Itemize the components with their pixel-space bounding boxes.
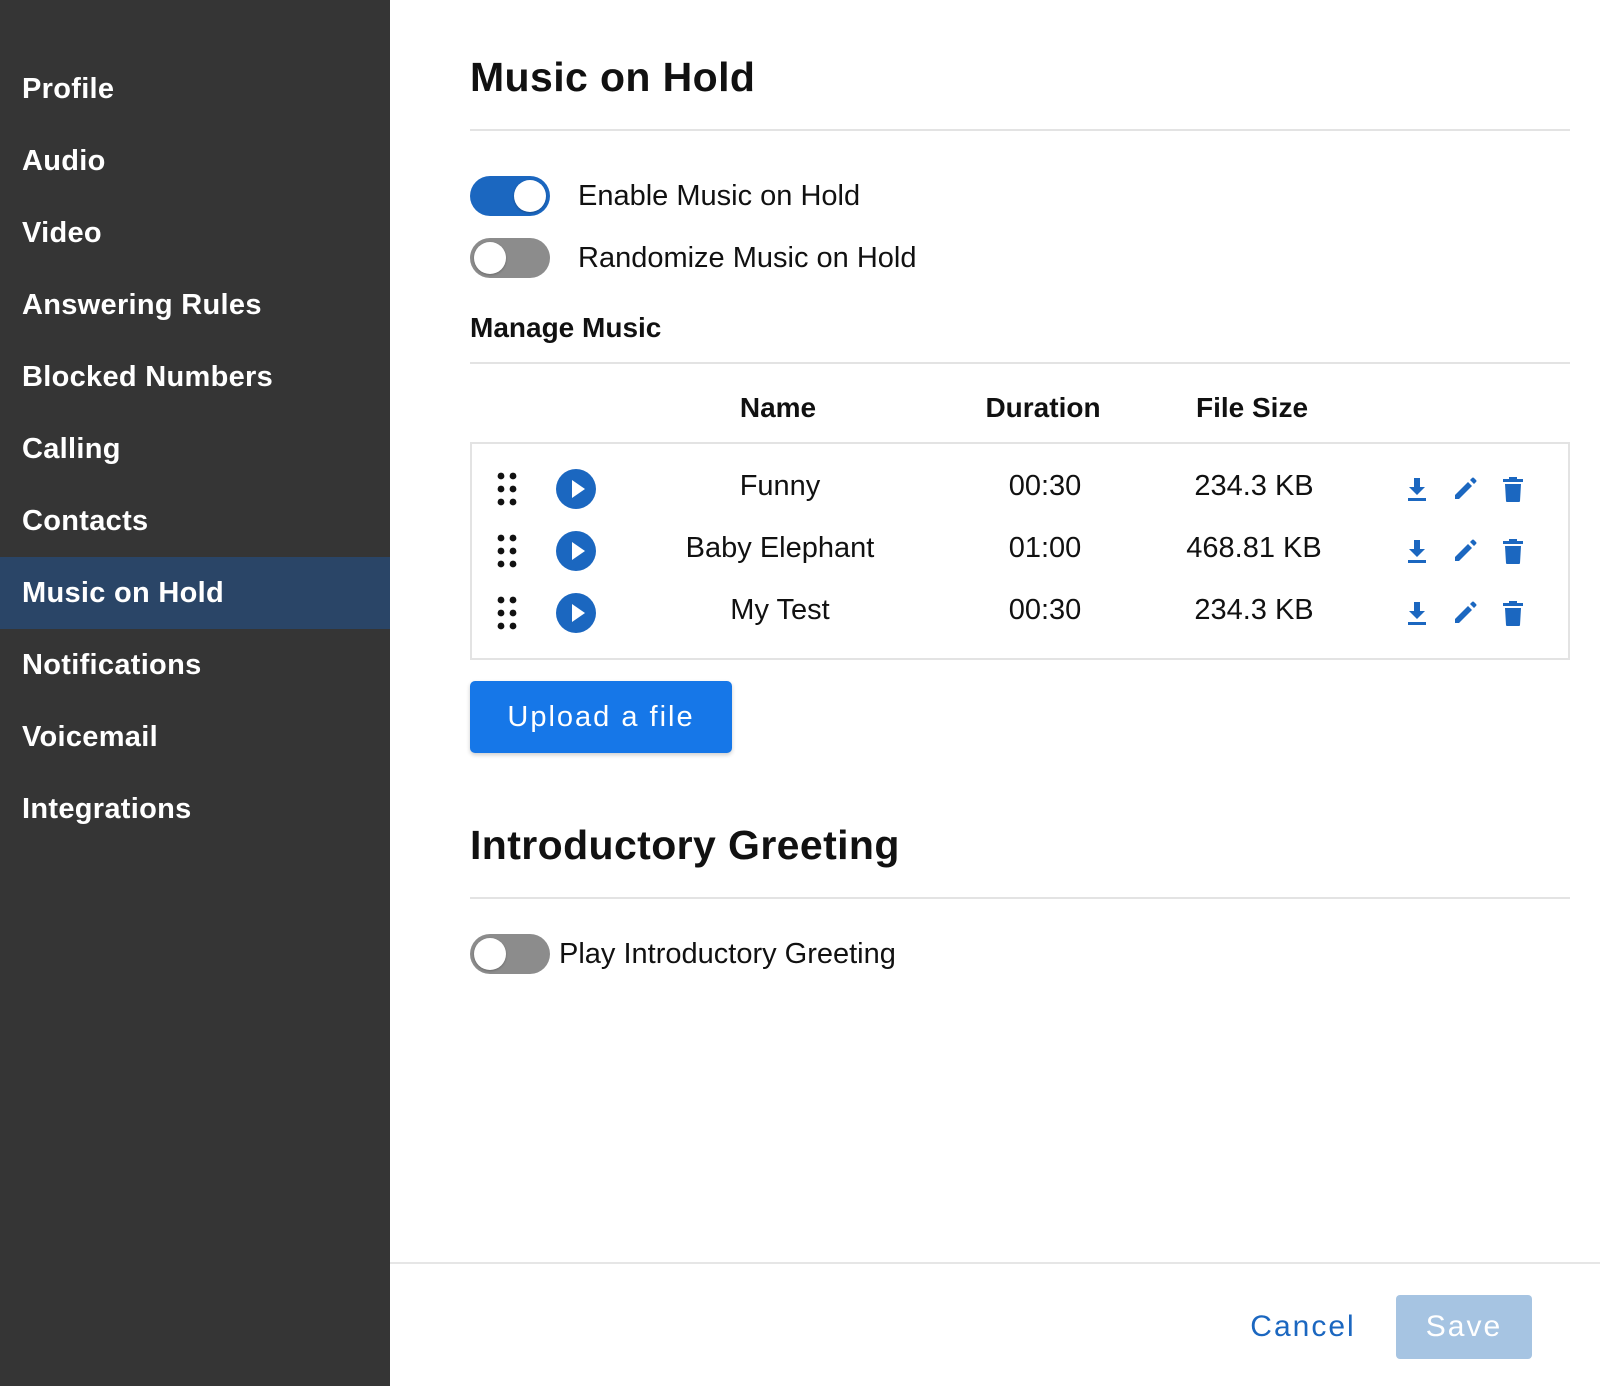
track-duration: 00:30: [1008, 470, 1082, 502]
drag-handle-icon[interactable]: [496, 533, 518, 569]
column-header-duration: Duration: [985, 392, 1101, 423]
manage-music-divider: [470, 362, 1570, 364]
delete-icon[interactable]: [1497, 535, 1529, 567]
track-name: Funny: [739, 470, 821, 502]
sidebar-item-calling[interactable]: Calling: [0, 413, 390, 485]
edit-icon[interactable]: [1449, 473, 1481, 505]
sidebar-item-answering-rules[interactable]: Answering Rules: [0, 269, 390, 341]
toggle-knob: [514, 180, 546, 212]
music-table-header: Name Duration File Size: [470, 392, 1570, 442]
enable-music-toggle[interactable]: [470, 176, 550, 216]
music-table: Funny 00:30 234.3 KB Baby Elephant 01:00…: [470, 442, 1570, 660]
download-icon[interactable]: [1401, 473, 1433, 505]
track-file-size: 234.3 KB: [1194, 470, 1314, 502]
delete-icon[interactable]: [1497, 597, 1529, 629]
footer-divider: [390, 1262, 1600, 1264]
save-button[interactable]: Save: [1396, 1295, 1532, 1359]
track-name: My Test: [730, 594, 830, 626]
play-button[interactable]: [556, 531, 596, 571]
column-header-name: Name: [739, 392, 817, 423]
sidebar-item-blocked-numbers[interactable]: Blocked Numbers: [0, 341, 390, 413]
download-icon[interactable]: [1401, 535, 1433, 567]
cancel-button[interactable]: Cancel: [1237, 1295, 1369, 1359]
drag-handle-icon[interactable]: [496, 595, 518, 631]
randomize-music-row: Randomize Music on Hold: [470, 236, 916, 280]
intro-greeting-toggle[interactable]: [470, 934, 550, 974]
edit-icon[interactable]: [1449, 597, 1481, 629]
track-file-size: 468.81 KB: [1186, 532, 1322, 564]
randomize-music-label: Randomize Music on Hold: [578, 241, 917, 274]
sidebar-item-profile[interactable]: Profile: [0, 53, 390, 125]
manage-music-title: Manage Music: [470, 312, 662, 343]
settings-main: Music on Hold Enable Music on Hold Rando…: [390, 0, 1600, 1386]
play-icon: [572, 542, 585, 560]
download-icon[interactable]: [1401, 597, 1433, 629]
track-duration: 01:00: [1008, 532, 1082, 564]
randomize-music-toggle[interactable]: [470, 238, 550, 278]
intro-greeting-label: Play Introductory Greeting: [559, 937, 896, 970]
track-file-size: 234.3 KB: [1194, 594, 1314, 626]
table-row: Funny 00:30 234.3 KB: [472, 458, 1568, 520]
drag-handle-icon[interactable]: [496, 471, 518, 507]
sidebar-item-music-on-hold[interactable]: Music on Hold: [0, 557, 390, 629]
sidebar-item-audio[interactable]: Audio: [0, 125, 390, 197]
title-divider: [470, 129, 1570, 131]
introductory-greeting-title: Introductory Greeting: [470, 822, 900, 868]
sidebar-item-notifications[interactable]: Notifications: [0, 629, 390, 701]
edit-icon[interactable]: [1449, 535, 1481, 567]
upload-file-button[interactable]: Upload a file: [470, 681, 732, 753]
settings-sidebar: Profile Audio Video Answering Rules Bloc…: [0, 0, 390, 1386]
track-name: Baby Elephant: [685, 532, 875, 564]
toggle-knob: [474, 938, 506, 970]
play-icon: [572, 604, 585, 622]
play-button[interactable]: [556, 593, 596, 633]
sidebar-item-voicemail[interactable]: Voicemail: [0, 701, 390, 773]
table-row: My Test 00:30 234.3 KB: [472, 582, 1568, 644]
sidebar-item-integrations[interactable]: Integrations: [0, 773, 390, 845]
play-button[interactable]: [556, 469, 596, 509]
enable-music-row: Enable Music on Hold: [470, 174, 860, 218]
table-row: Baby Elephant 01:00 468.81 KB: [472, 520, 1568, 582]
column-header-file-size: File Size: [1195, 392, 1309, 423]
toggle-knob: [474, 242, 506, 274]
sidebar-nav: Profile Audio Video Answering Rules Bloc…: [0, 0, 390, 845]
enable-music-label: Enable Music on Hold: [578, 179, 861, 212]
intro-greeting-row: Play Introductory Greeting: [470, 932, 896, 976]
greeting-divider: [470, 897, 1570, 899]
music-on-hold-title: Music on Hold: [470, 54, 756, 100]
sidebar-item-contacts[interactable]: Contacts: [0, 485, 390, 557]
sidebar-item-video[interactable]: Video: [0, 197, 390, 269]
track-duration: 00:30: [1008, 594, 1082, 626]
play-icon: [572, 480, 585, 498]
delete-icon[interactable]: [1497, 473, 1529, 505]
